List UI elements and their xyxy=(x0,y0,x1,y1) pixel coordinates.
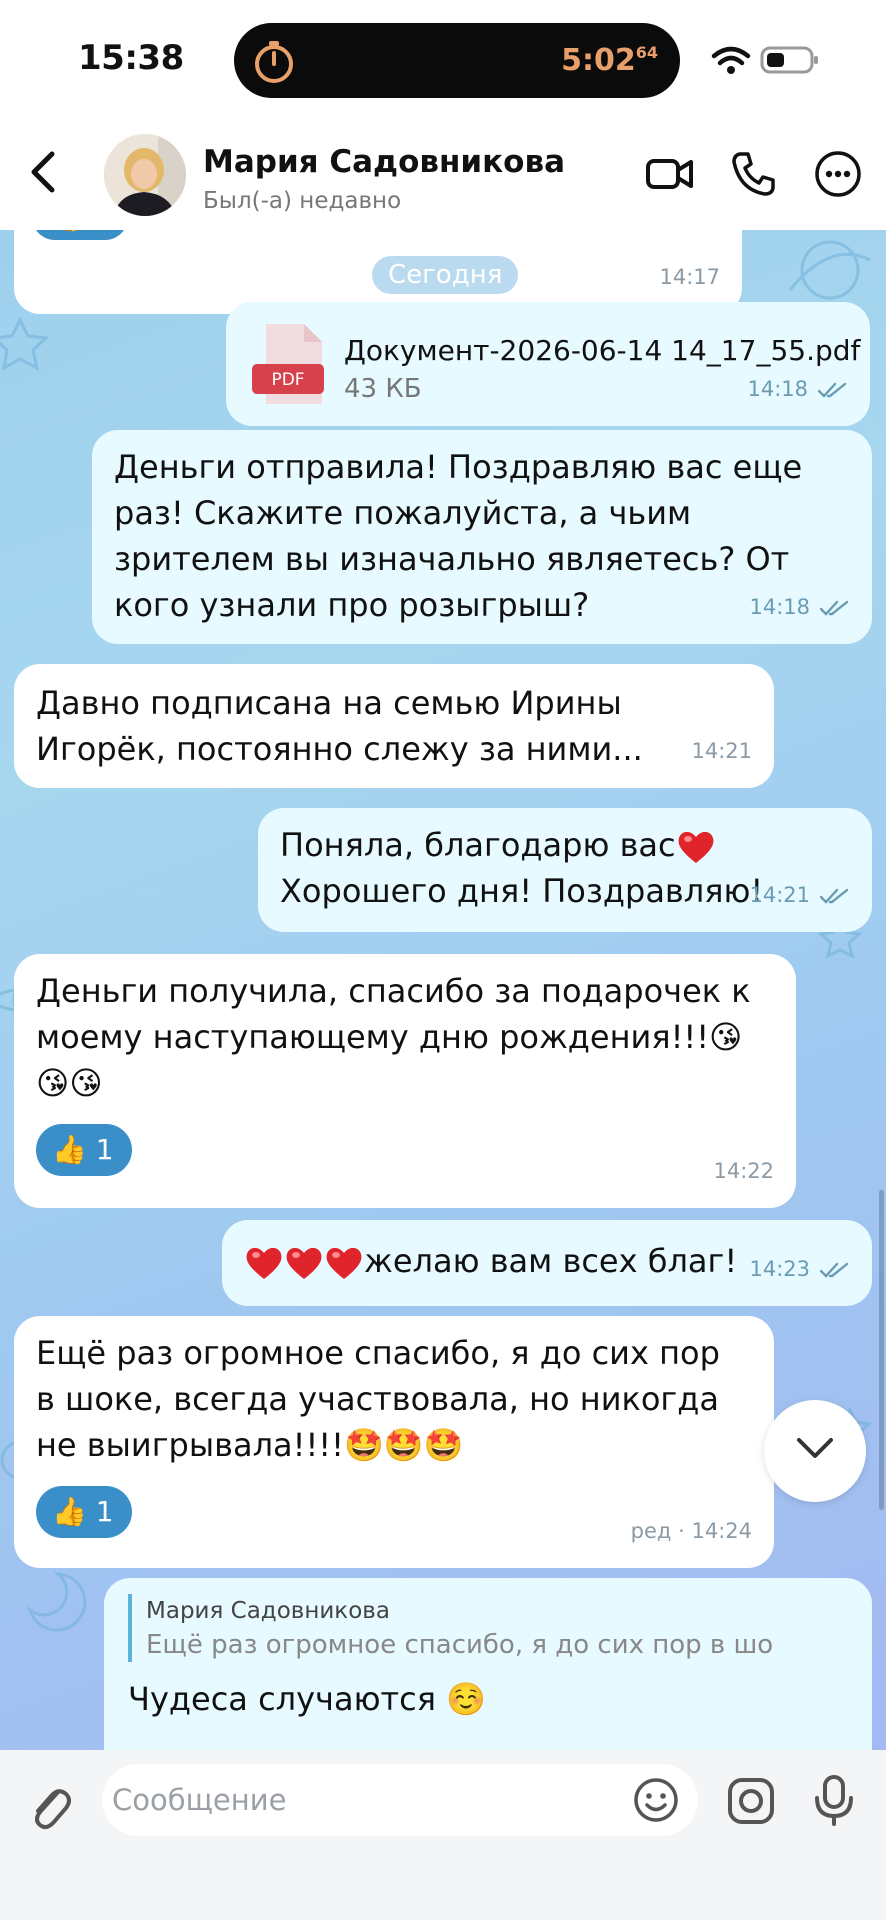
message-text: желаю вам всех благ! xyxy=(364,1242,738,1280)
message-time: 14:18 xyxy=(749,595,810,619)
chevron-down-icon xyxy=(797,1438,833,1458)
message-time-and-read: 14:18 xyxy=(749,584,850,630)
message-time: 14:21 xyxy=(691,739,752,763)
message-time-and-read: 14:23 xyxy=(749,1246,850,1292)
wifi-icon xyxy=(711,46,751,74)
pdf-file-icon: PDF xyxy=(252,324,324,404)
chat-header: Мария Садовникова Был(-а) недавно xyxy=(0,130,886,230)
red-heart-emoji xyxy=(286,1247,322,1279)
reaction-badge[interactable]: 👍 1 xyxy=(36,1486,132,1538)
reaction-badge[interactable]: 👍 1 xyxy=(32,230,128,240)
reply-quote[interactable]: Мария Садовникова Ещё раз огромное спаси… xyxy=(128,1594,850,1662)
message-bubble-incoming[interactable]: Деньги получила, спасибо за подарочек к … xyxy=(14,954,796,1208)
message-text-line2: Хорошего дня! Поздравляю! xyxy=(280,872,764,910)
scroll-to-bottom-button[interactable] xyxy=(764,1400,866,1502)
message-text: Деньги получила, спасибо за подарочек к … xyxy=(36,972,751,1102)
message-time: ред · 14:24 xyxy=(630,1519,752,1543)
video-call-icon[interactable] xyxy=(644,148,696,200)
microphone-icon[interactable] xyxy=(812,1774,856,1826)
red-heart-emoji xyxy=(326,1247,362,1279)
message-bubble-incoming[interactable]: Ещё раз огромное спасибо, я до сих пор в… xyxy=(14,1316,774,1568)
reaction-badge[interactable]: 👍 1 xyxy=(36,1124,132,1176)
message-time: 14:23 xyxy=(749,1257,810,1281)
reply-snippet: Ещё раз огромное спасибо, я до сих пор в… xyxy=(146,1630,772,1660)
stopwatch-icon xyxy=(255,41,293,83)
contact-photo xyxy=(104,134,186,216)
message-bubble-outgoing[interactable]: желаю вам всех благ! 14:23 xyxy=(222,1220,872,1306)
message-text: Давно подписана на семью Ирины Игорёк, п… xyxy=(36,684,643,768)
message-time: 14:22 xyxy=(713,1159,774,1183)
message-time-and-read: 14:18 xyxy=(747,366,848,412)
chat-history[interactable]: 👍 1 14:17 Сегодня PDF Документ-2026-06-1… xyxy=(0,230,886,1750)
message-bubble-outgoing-reply[interactable]: Мария Садовникова Ещё раз огромное спаси… xyxy=(104,1578,872,1750)
back-arrow-icon[interactable] xyxy=(26,148,62,196)
day-separator: Сегодня xyxy=(372,256,519,294)
paperclip-icon[interactable] xyxy=(28,1782,74,1832)
camera-icon[interactable] xyxy=(726,1776,776,1826)
timer-fraction: 64 xyxy=(635,43,658,62)
message-bubble-outgoing[interactable]: Деньги отправила! Поздравляю вас еще раз… xyxy=(92,430,872,644)
double-check-icon xyxy=(820,888,849,904)
emoji-icon[interactable] xyxy=(632,1776,680,1824)
message-time: 14:21 xyxy=(749,883,810,907)
message-text: Деньги отправила! Поздравляю вас еще раз… xyxy=(114,448,803,624)
dynamic-island[interactable]: 5:0264 xyxy=(234,23,680,98)
red-heart-emoji xyxy=(246,1247,282,1279)
double-check-icon xyxy=(820,600,849,616)
contact-name[interactable]: Мария Садовникова xyxy=(203,144,565,180)
more-options-icon[interactable] xyxy=(812,148,864,200)
double-check-icon xyxy=(820,1262,849,1278)
message-text: Чудеса случаются ☺️ xyxy=(128,1680,486,1718)
document-size: 43 КБ xyxy=(344,374,422,404)
message-time-and-read: 14:21 xyxy=(749,872,850,918)
pdf-badge-label: PDF xyxy=(271,370,304,390)
chat-scrollbar[interactable] xyxy=(879,1190,884,1510)
message-time: 14:18 xyxy=(747,377,808,401)
battery-icon xyxy=(760,46,818,74)
red-heart-emoji xyxy=(678,831,714,863)
message-bubble-incoming[interactable]: Давно подписана на семью Ирины Игорёк, п… xyxy=(14,664,774,788)
last-seen: Был(-а) недавно xyxy=(203,188,402,214)
message-text-line1: Поняла, благодарю вас xyxy=(280,826,676,864)
double-check-icon xyxy=(818,382,847,398)
timer-main: 5:02 xyxy=(561,43,636,78)
reply-author: Мария Садовникова xyxy=(146,1598,390,1624)
timer-readout: 5:0264 xyxy=(561,43,658,78)
message-input-bar xyxy=(0,1750,886,1920)
message-time: 14:17 xyxy=(659,265,720,289)
message-input[interactable] xyxy=(112,1764,612,1836)
message-field[interactable] xyxy=(102,1764,698,1836)
message-text: Ещё раз огромное спасибо, я до сих пор в… xyxy=(36,1334,720,1464)
clock: 15:38 xyxy=(78,38,184,78)
document-message[interactable]: PDF Документ-2026-06-14 14_17_55.pdf 43 … xyxy=(226,302,870,426)
phone-icon[interactable] xyxy=(728,148,780,200)
status-bar: 15:38 5:0264 xyxy=(0,0,886,130)
avatar[interactable] xyxy=(104,134,186,216)
message-bubble-outgoing[interactable]: Поняла, благодарю вас Хорошего дня! Позд… xyxy=(258,808,872,932)
